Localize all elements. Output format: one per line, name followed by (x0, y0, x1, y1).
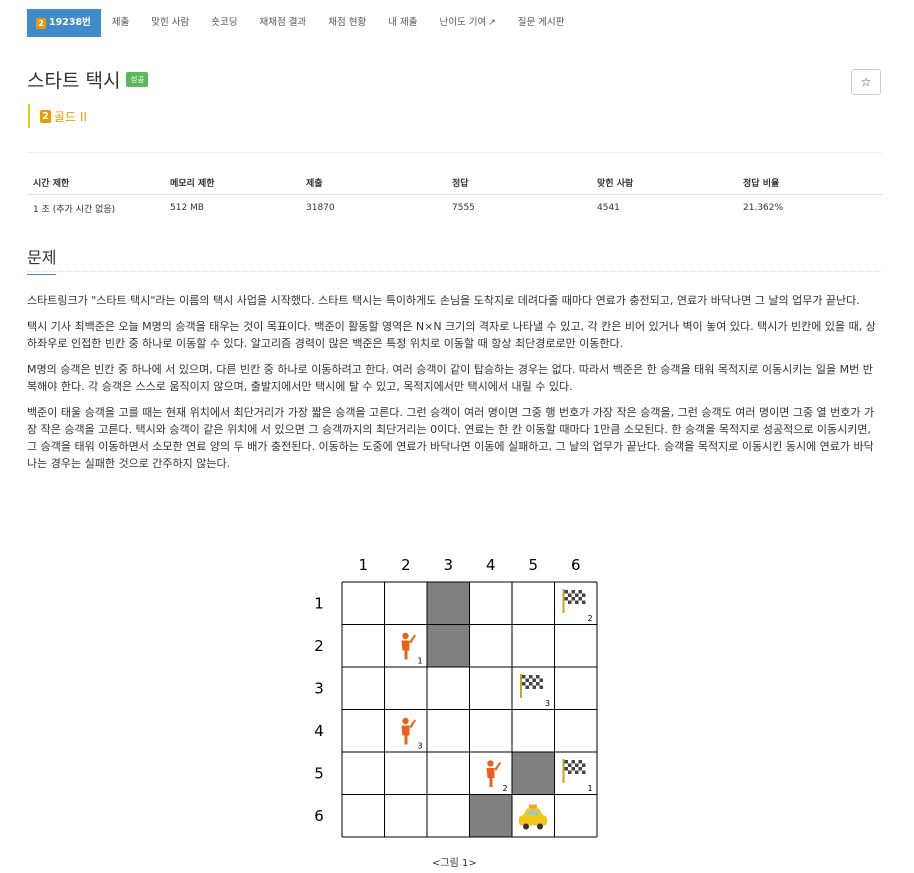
nav-tab-solved-users[interactable]: 맞힌 사람 (140, 9, 200, 37)
nav-tab-status[interactable]: 채점 현황 (317, 9, 377, 37)
problem-info-table: 시간 제한 메모리 제한 제출 정답 맞힌 사람 정답 비율 1 초 (추가 시… (27, 170, 882, 221)
grid-figure: 1 2 3 4 5 6 1 2 3 4 5 6 1 3 2 2 3 1 (314, 556, 598, 838)
row-label: 1 (314, 594, 324, 612)
table-cell: 31870 (306, 203, 335, 213)
nav-tab-rejudge-results[interactable]: 재채점 결과 (249, 9, 318, 37)
row-label: 6 (314, 807, 324, 825)
passenger-icon (401, 717, 416, 745)
paragraph: 택시 기사 최백준은 오늘 M명의 승객을 태우는 것이 목표이다. 백준이 활… (27, 320, 876, 350)
paragraph: M명의 승객은 빈칸 중 하나에 서 있으며, 다른 빈칸 중 하나로 이동하려… (27, 363, 873, 393)
destination-number: 1 (588, 784, 593, 793)
destination-number: 2 (588, 614, 593, 623)
column-label: 6 (571, 556, 581, 574)
table-header: 정답 비율 (737, 170, 882, 195)
taxi-icon (519, 804, 547, 830)
destination-flag-icon (520, 674, 543, 698)
destination-number: 3 (545, 699, 550, 708)
table-cell: 1 초 (추가 시간 없음) (33, 204, 116, 215)
paragraph: 스타트링크가 "스타트 택시"라는 이름의 택시 사업을 시작했다. 스타트 택… (27, 294, 860, 307)
nav-tab-label: 난이도 기여 (439, 17, 487, 28)
table-row: 1 초 (추가 시간 없음) 512 MB 31870 7555 4541 21… (27, 195, 882, 222)
table-cell: 4541 (597, 203, 620, 213)
table-header: 메모리 제한 (164, 170, 300, 195)
nav-tab-submit[interactable]: 제출 (101, 9, 140, 37)
tier-badge-icon: 2 (40, 109, 51, 123)
nav-tab-my-submissions[interactable]: 내 제출 (377, 9, 428, 37)
column-label: 5 (528, 556, 538, 574)
status-badge: 성공 (126, 72, 149, 87)
divider (27, 152, 882, 153)
row-label: 5 (314, 764, 324, 782)
column-label: 4 (486, 556, 496, 574)
table-header: 제출 (300, 170, 446, 195)
destination-flag-icon (562, 759, 586, 783)
figure-caption: <그림 1> (432, 858, 477, 869)
paragraph: 백준이 태울 승객을 고를 때는 현재 위치에서 최단거리가 가장 짧은 승객을… (27, 406, 875, 470)
title-row: 스타트 택시 성공 (27, 66, 149, 93)
wall-cell (512, 752, 555, 795)
nav-tab-short-coding[interactable]: 숏코딩 (200, 9, 248, 37)
favorite-button[interactable]: ☆ (851, 69, 881, 95)
nav-tab-problem[interactable]: 2 19238번 (27, 9, 101, 37)
table-cell: 7555 (452, 203, 475, 213)
external-link-icon: ↗ (488, 18, 496, 28)
row-label: 2 (314, 637, 324, 655)
passenger-number: 3 (418, 742, 423, 751)
column-label: 3 (443, 556, 453, 574)
problem-description: 스타트링크가 "스타트 택시"라는 이름의 택시 사업을 시작했다. 스타트 택… (27, 292, 882, 481)
problem-nav: 2 19238번 제출 맞힌 사람 숏코딩 재채점 결과 채점 현황 내 제출 난… (27, 9, 575, 37)
table-header: 정답 (446, 170, 591, 195)
page-title: 스타트 택시 (27, 70, 121, 92)
nav-tab-difficulty-contribution[interactable]: 난이도 기여 ↗ (428, 9, 506, 37)
tier-indicator: 2 골드 II (28, 104, 87, 128)
row-label: 3 (314, 679, 324, 697)
nav-tab-label: 19238번 (49, 17, 91, 28)
wall-cell (427, 624, 470, 667)
passenger-number: 1 (418, 657, 423, 666)
table-header: 시간 제한 (27, 170, 164, 195)
wall-cell (469, 794, 512, 837)
star-icon: ☆ (860, 75, 872, 89)
section-divider (27, 271, 882, 272)
tier-label[interactable]: 골드 II (54, 108, 87, 125)
nav-tab-question-board[interactable]: 질문 게시판 (507, 9, 576, 37)
tier-badge-icon: 2 (36, 18, 46, 29)
column-label: 1 (358, 556, 368, 574)
row-label: 4 (314, 722, 324, 740)
table-header-row: 시간 제한 메모리 제한 제출 정답 맞힌 사람 정답 비율 (27, 170, 882, 195)
passenger-number: 2 (503, 784, 508, 793)
column-label: 2 (401, 556, 411, 574)
passenger-icon (401, 632, 416, 660)
wall-cell (427, 582, 470, 625)
table-cell: 512 MB (170, 203, 204, 213)
table-header: 맞힌 사람 (591, 170, 737, 195)
passenger-icon (486, 760, 501, 787)
table-cell: 21.362% (743, 203, 784, 213)
destination-flag-icon (562, 589, 586, 613)
